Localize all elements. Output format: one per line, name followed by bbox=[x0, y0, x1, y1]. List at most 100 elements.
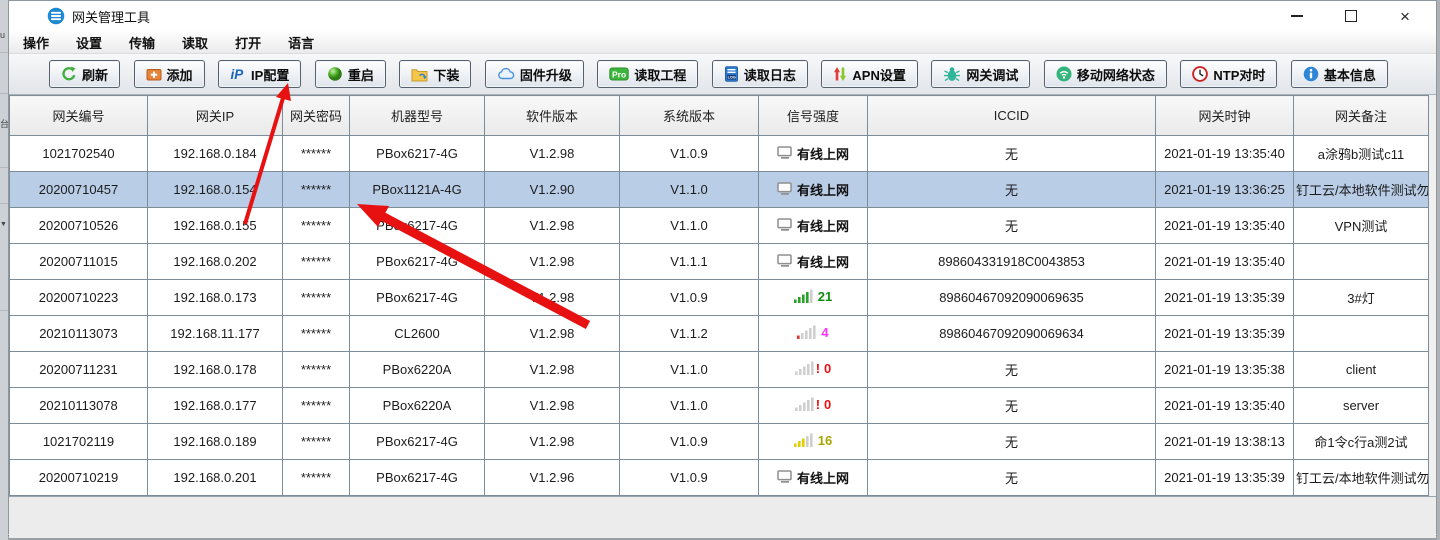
col-header-software-version[interactable]: 软件版本 bbox=[485, 96, 620, 136]
machine-model-cell: PBox6217-4G bbox=[350, 280, 485, 316]
gateway-ip-cell: 192.168.0.189 bbox=[148, 424, 283, 460]
table-row-selected[interactable]: 20200710457192.168.0.154******PBox1121A-… bbox=[10, 172, 1429, 208]
gateway-password-cell: ****** bbox=[283, 136, 350, 172]
table-row[interactable]: 20200711015192.168.0.202******PBox6217-4… bbox=[10, 244, 1429, 280]
button-label: NTP对时 bbox=[1213, 65, 1265, 84]
signal-indicator: 有线上网 bbox=[777, 144, 849, 163]
col-header-gateway-remark[interactable]: 网关备注 bbox=[1294, 96, 1429, 136]
ip-config-icon: iP bbox=[230, 66, 246, 82]
download-button[interactable]: 下装 bbox=[399, 60, 471, 88]
menu-item-transfer[interactable]: 传输 bbox=[129, 33, 155, 52]
signal-indicator: 21 bbox=[794, 289, 832, 304]
machine-model-cell: PBox6217-4G bbox=[350, 424, 485, 460]
mobile-network-status-icon bbox=[1056, 66, 1072, 82]
iccid-cell: 89860467092090069635 bbox=[868, 280, 1156, 316]
table-row[interactable]: 20200710526192.168.0.155******PBox6217-4… bbox=[10, 208, 1429, 244]
maximize-button[interactable] bbox=[1324, 1, 1378, 31]
col-header-system-version[interactable]: 系统版本 bbox=[620, 96, 759, 136]
table-row[interactable]: 20200710219192.168.0.201******PBox6217-4… bbox=[10, 460, 1429, 496]
button-label: IP配置 bbox=[251, 65, 289, 84]
menu-item-operation[interactable]: 操作 bbox=[23, 33, 49, 52]
mobile-network-status-button[interactable]: 移动网络状态 bbox=[1044, 60, 1167, 88]
gateway-ip-cell: 192.168.11.177 bbox=[148, 316, 283, 352]
signal-strength-cell: 16 bbox=[759, 424, 868, 460]
restart-button[interactable]: 重启 bbox=[315, 60, 386, 88]
maximize-icon bbox=[1345, 10, 1357, 22]
gateway-clock-cell: 2021-01-19 13:35:39 bbox=[1156, 460, 1294, 496]
minimize-button[interactable] bbox=[1270, 1, 1324, 31]
gateway-ip-cell: 192.168.0.177 bbox=[148, 388, 283, 424]
gateway-remark-cell: VPN测试 bbox=[1294, 208, 1429, 244]
gateway-password-cell: ****** bbox=[283, 388, 350, 424]
gateway-table: 网关编号 网关IP 网关密码 机器型号 软件版本 系统版本 信号强度 ICCID… bbox=[9, 95, 1429, 496]
table-row[interactable]: 20210113078192.168.0.177******PBox6220AV… bbox=[10, 388, 1429, 424]
system-version-cell: V1.1.0 bbox=[620, 388, 759, 424]
menu-item-settings[interactable]: 设置 bbox=[76, 33, 102, 52]
gateway-clock-cell: 2021-01-19 13:35:39 bbox=[1156, 316, 1294, 352]
gateway-ip-cell: 192.168.0.184 bbox=[148, 136, 283, 172]
gateway-remark-cell: server bbox=[1294, 388, 1429, 424]
apn-settings-button[interactable]: APN设置 bbox=[821, 60, 917, 88]
gateway-remark-cell: client bbox=[1294, 352, 1429, 388]
iccid-cell: 无 bbox=[868, 136, 1156, 172]
machine-model-cell: CL2600 bbox=[350, 316, 485, 352]
firmware-upgrade-button[interactable]: 固件升级 bbox=[485, 60, 584, 88]
machine-model-cell: PBox6220A bbox=[350, 352, 485, 388]
gateway-remark-cell bbox=[1294, 244, 1429, 280]
restart-icon bbox=[327, 66, 343, 82]
gateway-no-cell: 20200711015 bbox=[10, 244, 148, 280]
signal-strength-cell: 有线上网 bbox=[759, 460, 868, 496]
background-window-edge: u 台 ▼ bbox=[0, 0, 8, 540]
basic-info-button[interactable]: 基本信息 bbox=[1291, 60, 1388, 88]
read-log-button[interactable]: LOG 读取日志 bbox=[712, 60, 808, 88]
machine-model-cell: PBox6217-4G bbox=[350, 460, 485, 496]
button-label: 读取日志 bbox=[744, 65, 796, 84]
gateway-clock-cell: 2021-01-19 13:36:25 bbox=[1156, 172, 1294, 208]
refresh-icon bbox=[61, 66, 77, 82]
signal-strength-cell: 有线上网 bbox=[759, 244, 868, 280]
col-header-machine-model[interactable]: 机器型号 bbox=[350, 96, 485, 136]
menu-item-read[interactable]: 读取 bbox=[182, 33, 208, 52]
screen: u 台 ▼ 网关管理工具 × 操作 设置 bbox=[0, 0, 1440, 540]
read-log-icon: LOG bbox=[724, 66, 739, 82]
ntp-sync-button[interactable]: NTP对时 bbox=[1180, 60, 1277, 88]
table-row[interactable]: 1021702540192.168.0.184******PBox6217-4G… bbox=[10, 136, 1429, 172]
col-header-gateway-clock[interactable]: 网关时钟 bbox=[1156, 96, 1294, 136]
machine-model-cell: PBox6217-4G bbox=[350, 208, 485, 244]
col-header-iccid[interactable]: ICCID bbox=[868, 96, 1156, 136]
menu-item-language[interactable]: 语言 bbox=[288, 33, 314, 52]
software-version-cell: V1.2.98 bbox=[485, 208, 620, 244]
signal-value: 0 bbox=[824, 397, 831, 412]
col-header-gateway-no[interactable]: 网关编号 bbox=[10, 96, 148, 136]
menu-item-open[interactable]: 打开 bbox=[235, 33, 261, 52]
read-project-button[interactable]: Pro 读取工程 bbox=[597, 60, 698, 88]
table-row[interactable]: 1021702119192.168.0.189******PBox6217-4G… bbox=[10, 424, 1429, 460]
gateway-password-cell: ****** bbox=[283, 460, 350, 496]
gateway-password-cell: ****** bbox=[283, 280, 350, 316]
software-version-cell: V1.2.98 bbox=[485, 316, 620, 352]
machine-model-cell: PBox1121A-4G bbox=[350, 172, 485, 208]
refresh-button[interactable]: 刷新 bbox=[49, 60, 120, 88]
close-button[interactable]: × bbox=[1378, 1, 1432, 31]
signal-bars-icon bbox=[795, 397, 815, 411]
close-icon: × bbox=[1400, 8, 1410, 25]
signal-strength-cell: !0 bbox=[759, 388, 868, 424]
table-row[interactable]: 20200711231192.168.0.178******PBox6220AV… bbox=[10, 352, 1429, 388]
table-row[interactable]: 20200710223192.168.0.173******PBox6217-4… bbox=[10, 280, 1429, 316]
gateway-debug-icon bbox=[943, 66, 961, 82]
system-version-cell: V1.0.9 bbox=[620, 460, 759, 496]
col-header-signal-strength[interactable]: 信号强度 bbox=[759, 96, 868, 136]
wired-network-icon bbox=[777, 218, 793, 232]
table-row[interactable]: 20210113073192.168.11.177******CL2600V1.… bbox=[10, 316, 1429, 352]
ip-config-button[interactable]: iP IP配置 bbox=[218, 60, 301, 88]
signal-alert-icon: ! bbox=[816, 361, 820, 376]
signal-strength-cell: 有线上网 bbox=[759, 172, 868, 208]
add-button[interactable]: 添加 bbox=[134, 60, 205, 88]
iccid-cell: 898604331918C0043853 bbox=[868, 244, 1156, 280]
col-header-gateway-ip[interactable]: 网关IP bbox=[148, 96, 283, 136]
col-header-gateway-password[interactable]: 网关密码 bbox=[283, 96, 350, 136]
gateway-debug-button[interactable]: 网关调试 bbox=[931, 60, 1030, 88]
gateway-remark-cell: 3#灯 bbox=[1294, 280, 1429, 316]
gateway-clock-cell: 2021-01-19 13:35:39 bbox=[1156, 280, 1294, 316]
signal-value: 21 bbox=[818, 289, 832, 304]
